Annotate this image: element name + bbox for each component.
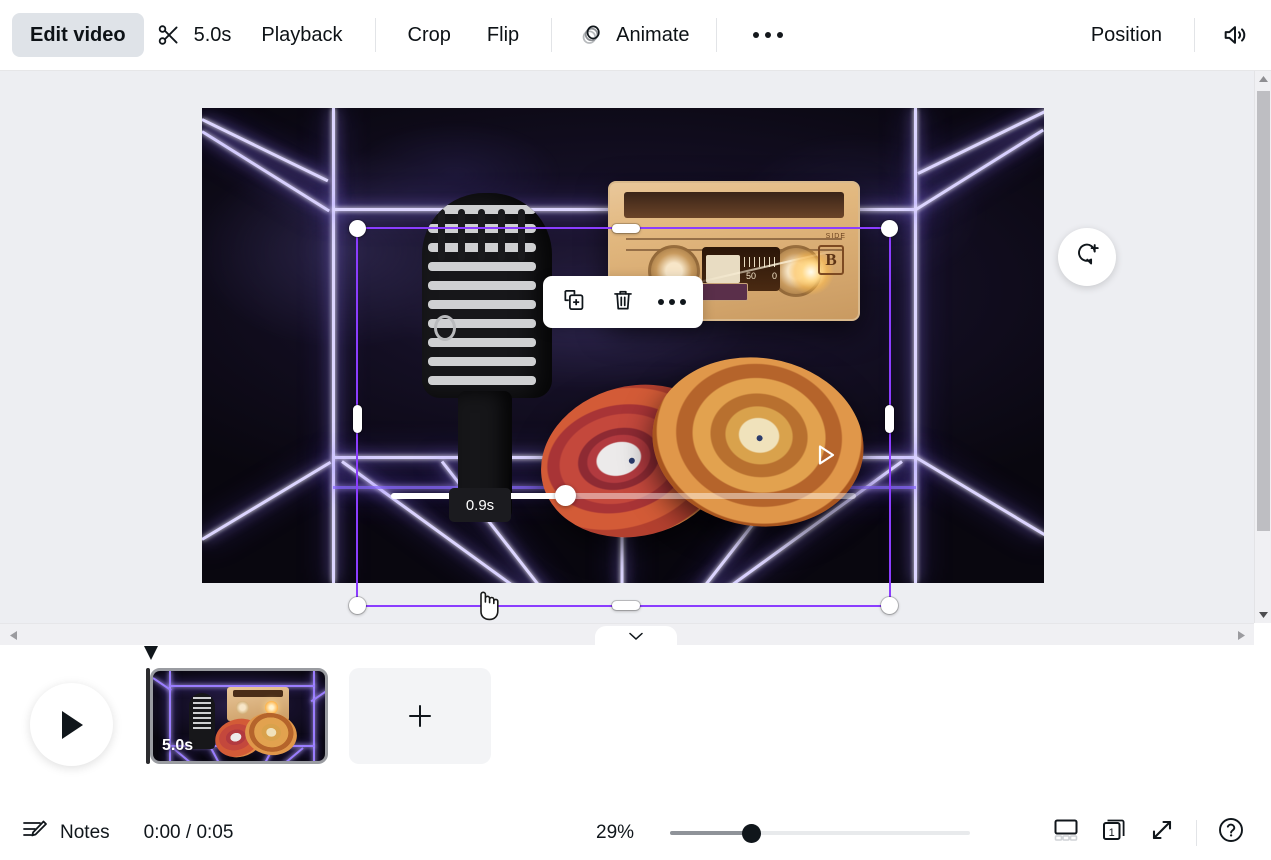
toolbar-left-group: Edit video 5.0s Playback Crop Flip Anima… [0,13,805,57]
more-horizontal-icon [752,32,759,38]
cassette-top-strip [624,192,844,218]
flip-label: Flip [486,23,520,46]
crop-label: Crop [407,23,451,46]
cassette-counter-left: 50 [746,271,757,281]
cassette-counter-right: 0 [772,271,778,281]
help-question-icon [1217,816,1245,849]
pages-count: 1 [1109,827,1115,839]
chevron-down-icon [629,632,643,641]
animate-label: Animate [616,23,690,46]
delete-button[interactable] [604,283,642,321]
pages-stack-icon: 1 [1100,816,1128,849]
speaker-volume-icon [1221,21,1249,49]
playback-button[interactable]: Playback [243,13,360,57]
zoom-slider-track-empty [754,830,970,835]
playhead-marker [144,646,158,660]
collapse-timeline-button[interactable] [595,626,677,650]
chevron-down-icon [1259,612,1268,618]
plus-icon [409,705,431,727]
room-edge-right [914,108,917,583]
playback-label: Playback [261,23,343,46]
fullscreen-button[interactable] [1138,811,1186,855]
pages-button[interactable]: 1 [1090,811,1138,855]
scroll-down-button[interactable] [1255,606,1271,623]
toolbar-right-group: Position [1073,13,1271,57]
add-scene-button[interactable] [349,668,491,764]
pointer-hand-cursor [472,586,502,622]
chevron-up-icon [1259,76,1268,82]
volume-button[interactable] [1209,13,1261,57]
play-triangle-icon [61,710,83,739]
grid-view-button[interactable] [1042,811,1090,855]
canva-video-editor: Edit video 5.0s Playback Crop Flip Anima… [0,0,1271,860]
top-toolbar: Edit video 5.0s Playback Crop Flip Anima… [0,0,1271,71]
crop-button[interactable]: Crop [390,13,469,57]
chevron-left-icon [9,630,17,640]
toolbar-divider-1 [374,18,376,52]
microphone-grill [428,205,536,391]
toolbar-more-button[interactable] [731,13,805,57]
cassette-side-word: SIDE [825,233,846,240]
position-label: Position [1090,23,1162,46]
notes-label: Notes [60,821,110,843]
scrub-time-tooltip: 0.9s [449,488,511,522]
chevron-right-icon [1237,630,1245,640]
edit-video-button[interactable]: Edit video [12,13,144,57]
canvas-area[interactable]: 50 0 SIDE B 0.9s [0,71,1254,623]
selection-handle-bottom-middle[interactable] [612,601,640,610]
trim-duration-button[interactable]: 5.0s [144,13,244,57]
stage-play-overlay-button[interactable] [808,438,842,472]
bottom-right-icons: 1 [1042,811,1255,855]
timeline-scene-1[interactable]: 5.0s [150,668,328,764]
expand-fullscreen-icon [1149,817,1175,848]
microphone-badge [434,315,456,341]
room-edge-left [332,108,335,583]
zoom-controls: 29% [596,822,970,844]
video-stage[interactable]: 50 0 SIDE B [202,108,1044,583]
duplicate-button[interactable] [555,283,593,321]
toolbar-divider-3 [715,18,717,52]
animate-circles-icon [578,22,604,48]
scroll-left-button[interactable] [4,624,22,646]
add-comment-icon [1074,241,1101,273]
zoom-percent-label: 29% [596,821,635,843]
notes-button[interactable]: Notes [22,818,110,848]
toolbar-divider-2 [551,18,553,52]
timeline-playhead[interactable] [143,645,158,660]
zoom-slider-knob[interactable] [742,823,761,843]
grid-view-icon [1052,818,1080,847]
scroll-up-button[interactable] [1255,71,1271,88]
element-context-toolbar [543,276,703,328]
more-horizontal-icon [658,299,687,305]
bottom-divider [1196,819,1197,846]
edit-video-label: Edit video [30,23,126,46]
timeline-panel: 5.0s [0,645,1271,805]
zoom-slider[interactable] [670,823,970,843]
microphone-head [422,193,552,398]
bottom-status-bar: Notes 0:00 / 0:05 29% 1 [0,805,1271,860]
microphone-graphic [414,193,554,538]
timeline-play-button[interactable] [30,683,113,766]
selection-handle-bottom-right[interactable] [881,597,898,614]
position-button[interactable]: Position [1073,13,1180,57]
scissors-icon [156,22,182,48]
scroll-right-button[interactable] [1232,624,1250,646]
add-comment-button[interactable] [1058,228,1116,286]
cassette-side-letter: B [818,245,844,275]
vertical-scroll-thumb[interactable] [1257,91,1270,531]
trash-icon [610,287,636,318]
animate-button[interactable]: Animate [566,13,701,57]
scrubber-knob[interactable] [555,485,576,506]
help-button[interactable] [1207,811,1255,855]
toolbar-divider-4 [1194,18,1195,52]
context-more-button[interactable] [653,283,691,321]
vertical-scrollbar[interactable] [1254,71,1271,623]
flip-button[interactable]: Flip [469,13,537,57]
duplicate-icon [561,287,587,318]
notes-pencil-icon [22,818,48,848]
scene-duration-label: 5.0s [162,737,194,754]
duration-label: 5.0s [193,23,232,46]
selection-handle-bottom-left[interactable] [349,597,366,614]
time-display: 0:00 / 0:05 [143,821,234,843]
